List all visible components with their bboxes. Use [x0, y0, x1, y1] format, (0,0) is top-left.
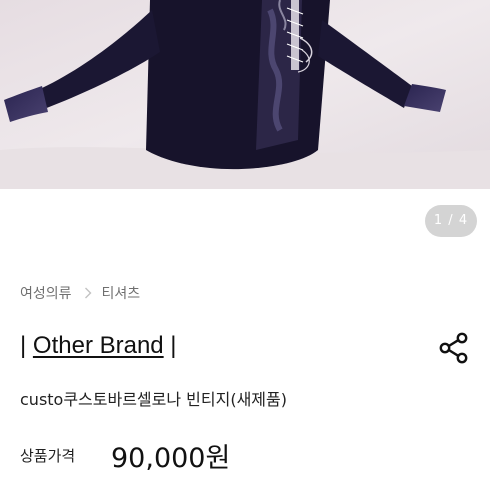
share-icon[interactable] [437, 332, 471, 364]
price-label: 상품가격 [20, 447, 76, 465]
brand-name: Other Brand [32, 332, 164, 359]
brand-link[interactable]: | Other Brand | [20, 332, 177, 360]
breadcrumb-item-subcategory[interactable]: 티셔츠 [102, 283, 141, 303]
breadcrumb: 여성의류 티셔츠 [20, 283, 140, 303]
price-value: 90,000원 [111, 443, 231, 474]
product-photo-graphic [0, 0, 490, 189]
image-counter-badge: 1 / 4 [425, 205, 477, 237]
brand-suffix: | [163, 332, 177, 359]
breadcrumb-item-category[interactable]: 여성의류 [20, 283, 72, 303]
product-image[interactable] [0, 0, 490, 189]
product-detail-page: 1 / 4 여성의류 티셔츠 | Other Brand | custo쿠스토바… [0, 0, 490, 490]
product-title: custo쿠스토바르셀로나 빈티지(새제품) [20, 390, 287, 409]
chevron-right-icon [84, 287, 92, 299]
brand-prefix: | [20, 332, 33, 359]
